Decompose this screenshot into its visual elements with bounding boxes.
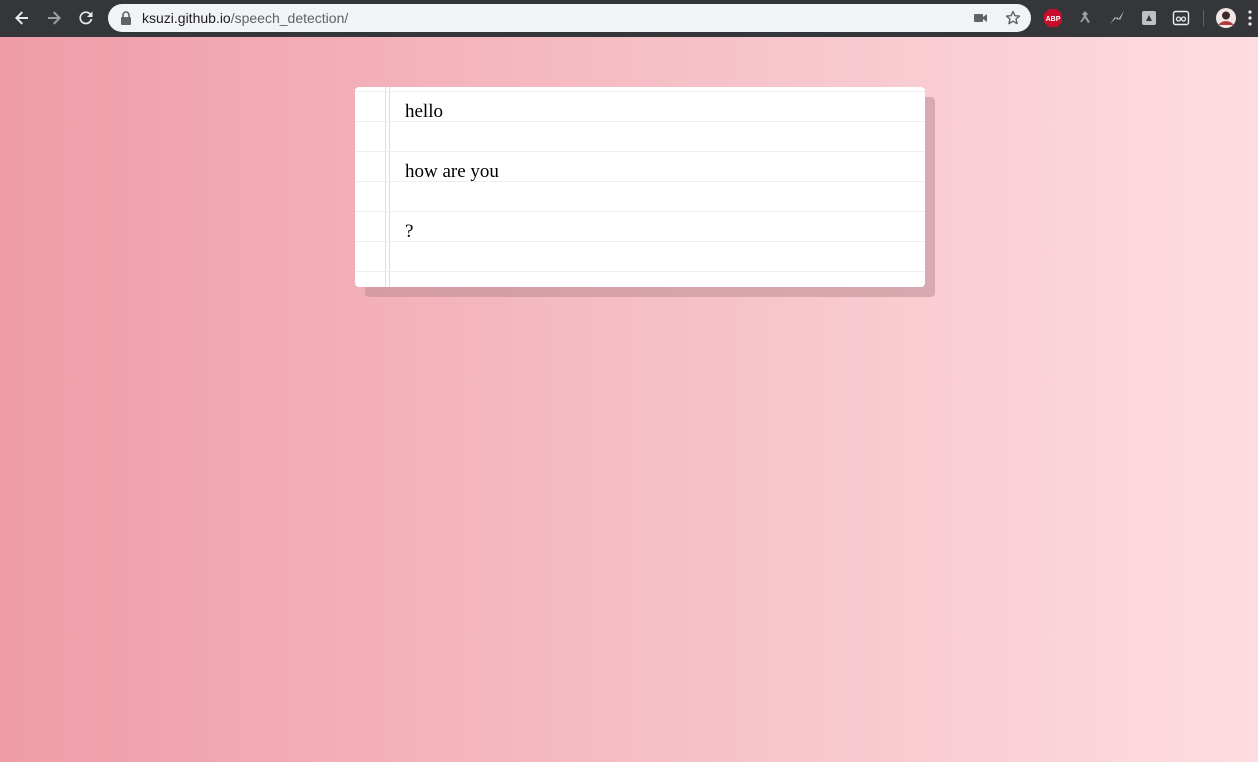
extension-lightning-icon[interactable] — [1107, 8, 1127, 28]
ruled-line — [355, 271, 925, 272]
ruled-line — [355, 211, 925, 212]
margin-line — [385, 87, 386, 287]
menu-kebab-icon[interactable] — [1245, 8, 1255, 28]
reload-icon[interactable] — [73, 6, 99, 30]
profile-avatar-icon[interactable] — [1215, 7, 1237, 29]
url-text[interactable]: ksuzi.github.io/speech_detection/ — [142, 10, 348, 26]
transcript-paragraph: how are you — [405, 161, 499, 182]
forward-arrow-icon[interactable] — [41, 6, 67, 30]
ruled-line — [355, 241, 925, 242]
svg-text:ABP: ABP — [1046, 16, 1061, 23]
url-host: ksuzi.github.io — [142, 10, 231, 26]
transcript-paragraph: ? — [405, 221, 414, 242]
adblock-plus-icon[interactable]: ABP — [1043, 8, 1063, 28]
star-icon[interactable] — [1004, 9, 1022, 27]
words-paper: hello how are you ? — [355, 87, 925, 287]
margin-line — [389, 87, 390, 287]
url-path: /speech_detection/ — [230, 10, 349, 26]
toolbar-divider — [1203, 10, 1204, 26]
transcript-paragraph: hello — [405, 101, 443, 122]
camera-icon[interactable] — [972, 9, 990, 27]
browser-toolbar: ksuzi.github.io/speech_detection/ ABP — [0, 0, 1258, 37]
extension-figure-icon[interactable] — [1075, 8, 1095, 28]
page-background: hello how are you ? — [0, 37, 1258, 762]
extension-glasses-icon[interactable] — [1171, 8, 1191, 28]
extension-puzzle-icon[interactable] — [1139, 8, 1159, 28]
back-arrow-icon[interactable] — [9, 6, 35, 30]
ruled-line — [355, 151, 925, 152]
ruled-line — [355, 91, 925, 92]
address-bar[interactable]: ksuzi.github.io/speech_detection/ — [108, 4, 1031, 32]
lock-icon[interactable] — [117, 9, 135, 27]
